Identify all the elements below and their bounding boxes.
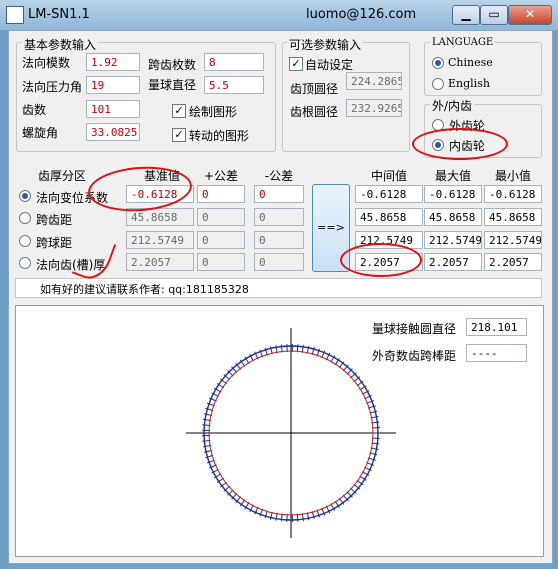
row-ball-span-min[interactable]: 212.5749 [484,231,542,249]
header-mid: 中间值 [370,169,407,183]
tip-diameter-label: 齿顶圆径 [290,82,339,96]
odd-span-value[interactable]: ---- [466,344,527,362]
header-max: 最大值 [434,169,471,183]
row-ball-span-max[interactable]: 212.5749 [424,231,482,249]
maximize-button[interactable]: ▭ [480,5,508,25]
ball-diameter-label: 量球直径 [148,78,197,92]
language-chinese-radio[interactable] [432,57,444,69]
contact-box: 如有好的建议请联系作者: qq:181185328 [15,278,542,298]
header-plus: +公差 [203,169,239,183]
span-teeth-input[interactable]: 8 [204,53,264,71]
minimize-button[interactable]: ▁ [452,5,480,25]
row-normal-shift-plus[interactable]: 0 [197,185,245,203]
normal-module-input[interactable]: 1.92 [86,53,140,71]
row-span-teeth-plus[interactable]: 0 [197,208,245,226]
drawing-panel: 量球接触圆直径 218.101 外奇数齿跨棒距 ---- [15,305,544,557]
row-ball-span-plus[interactable]: 0 [197,231,245,249]
teeth-label: 齿数 [22,103,47,117]
row-span-teeth-label: 跨齿距 [36,213,73,227]
basic-params-title: 基本参数输入 [22,36,99,53]
row-normal-shift-minus[interactable]: 0 [254,185,304,203]
row-span-teeth-min[interactable]: 45.8658 [484,208,542,226]
gear-type-title: 外/内齿 [430,97,475,114]
row-ball-span-base[interactable]: 212.5749 [126,231,194,249]
tip-diameter-input[interactable]: 224.2865 [346,72,402,90]
author-email: luomo@126.com [306,7,417,22]
row-thickness-max[interactable]: 2.2057 [424,253,482,271]
pressure-angle-label: 法向压力角 [22,80,83,94]
row-thickness-radio[interactable] [19,257,31,269]
header-min: 最小值 [494,169,531,183]
row-thickness-minus[interactable]: 0 [254,253,304,271]
odd-span-label: 外奇数齿跨棒距 [372,349,457,363]
rotating-figure-checkbox[interactable]: ✓ [172,128,186,142]
row-span-teeth-mid[interactable]: 45.8658 [355,208,423,226]
row-span-teeth-max[interactable]: 45.8658 [424,208,482,226]
header-division: 齿厚分区 [38,169,87,183]
window-title: LM-SN1.1 [28,7,90,22]
draw-figure-label: 绘制图形 [189,105,238,119]
ball-diameter-input[interactable]: 5.5 [204,76,264,94]
row-ball-span-minus[interactable]: 0 [254,231,304,249]
row-ball-span-label: 跨球距 [36,236,73,250]
normal-module-label: 法向模数 [22,56,71,70]
row-normal-shift-mid[interactable]: -0.6128 [355,185,423,203]
row-thickness-base[interactable]: 2.2057 [126,253,194,271]
language-title: LANGUAGE [430,37,496,48]
root-diameter-label: 齿根圆径 [290,105,339,119]
row-thickness-min[interactable]: 2.2057 [484,253,542,271]
row-thickness-plus[interactable]: 0 [197,253,245,271]
auto-set-checkbox[interactable]: ✓ [289,57,303,71]
root-diameter-input[interactable]: 232.9265 [346,99,402,117]
gear-drawing [186,328,396,538]
language-english-radio[interactable] [432,78,444,90]
draw-figure-checkbox[interactable]: ✓ [172,104,186,118]
row-span-teeth-radio[interactable] [19,212,31,224]
helix-angle-label: 螺旋角 [22,126,59,140]
language-chinese-label: Chinese [448,56,493,69]
teeth-input[interactable]: 101 [86,100,140,118]
pressure-angle-input[interactable]: 19 [86,76,140,94]
span-teeth-label: 跨齿枚数 [148,58,197,72]
row-normal-shift-radio[interactable] [19,190,31,202]
row-span-teeth-minus[interactable]: 0 [254,208,304,226]
row-ball-span-radio[interactable] [19,235,31,247]
contact-text: 如有好的建议请联系作者: qq:181185328 [40,283,249,296]
ball-circle-label: 量球接触圆直径 [372,322,457,336]
language-english-label: English [448,77,490,90]
annotation-circle-internal [412,128,508,160]
header-minus: -公差 [264,169,294,183]
optional-params-title: 可选参数输入 [287,36,364,53]
app-icon [6,6,24,24]
rotating-figure-label: 转动的图形 [189,129,250,143]
auto-set-label: 自动设定 [305,58,354,72]
annotation-circle-mid [340,243,422,277]
helix-angle-input[interactable]: 33.0825 [86,123,140,141]
title-bar[interactable]: LM-SN1.1 luomo@126.com ▁ ▭ ✕ [0,0,558,30]
row-normal-shift-max[interactable]: -0.6128 [424,185,482,203]
row-normal-shift-min[interactable]: -0.6128 [484,185,542,203]
close-button[interactable]: ✕ [508,5,552,25]
ball-circle-value[interactable]: 218.101 [466,318,527,336]
